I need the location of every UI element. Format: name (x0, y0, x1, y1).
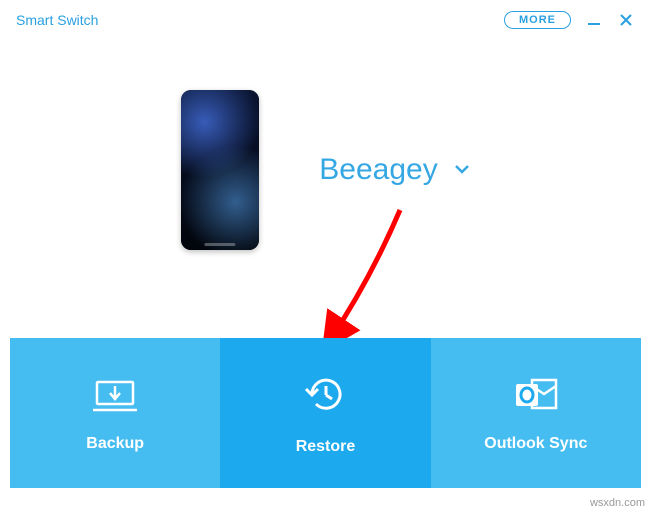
watermark: wsxdn.com (590, 497, 645, 509)
minimize-icon (587, 13, 601, 27)
backup-button[interactable]: Backup (10, 338, 220, 488)
phone-thumbnail (181, 90, 259, 250)
close-icon (619, 13, 633, 27)
restore-button[interactable]: Restore (220, 338, 430, 488)
minimize-button[interactable] (585, 11, 603, 29)
outlook-icon (512, 374, 560, 419)
restore-icon (302, 371, 348, 422)
titlebar: Smart Switch MORE (0, 0, 651, 40)
titlebar-controls: MORE (504, 11, 635, 29)
restore-label: Restore (296, 438, 356, 456)
backup-label: Backup (86, 435, 144, 453)
outlook-label: Outlook Sync (484, 435, 587, 453)
backup-icon (91, 374, 139, 419)
device-name-label: Beeagey (319, 153, 437, 187)
outlook-sync-button[interactable]: Outlook Sync (431, 338, 641, 488)
more-button[interactable]: MORE (504, 11, 571, 29)
device-area: Beeagey (0, 40, 651, 280)
chevron-down-icon (454, 161, 470, 179)
device-selector[interactable]: Beeagey (319, 153, 469, 187)
action-row: Backup Restore Outlook Sync (10, 338, 641, 488)
app-title: Smart Switch (16, 12, 98, 28)
close-button[interactable] (617, 11, 635, 29)
